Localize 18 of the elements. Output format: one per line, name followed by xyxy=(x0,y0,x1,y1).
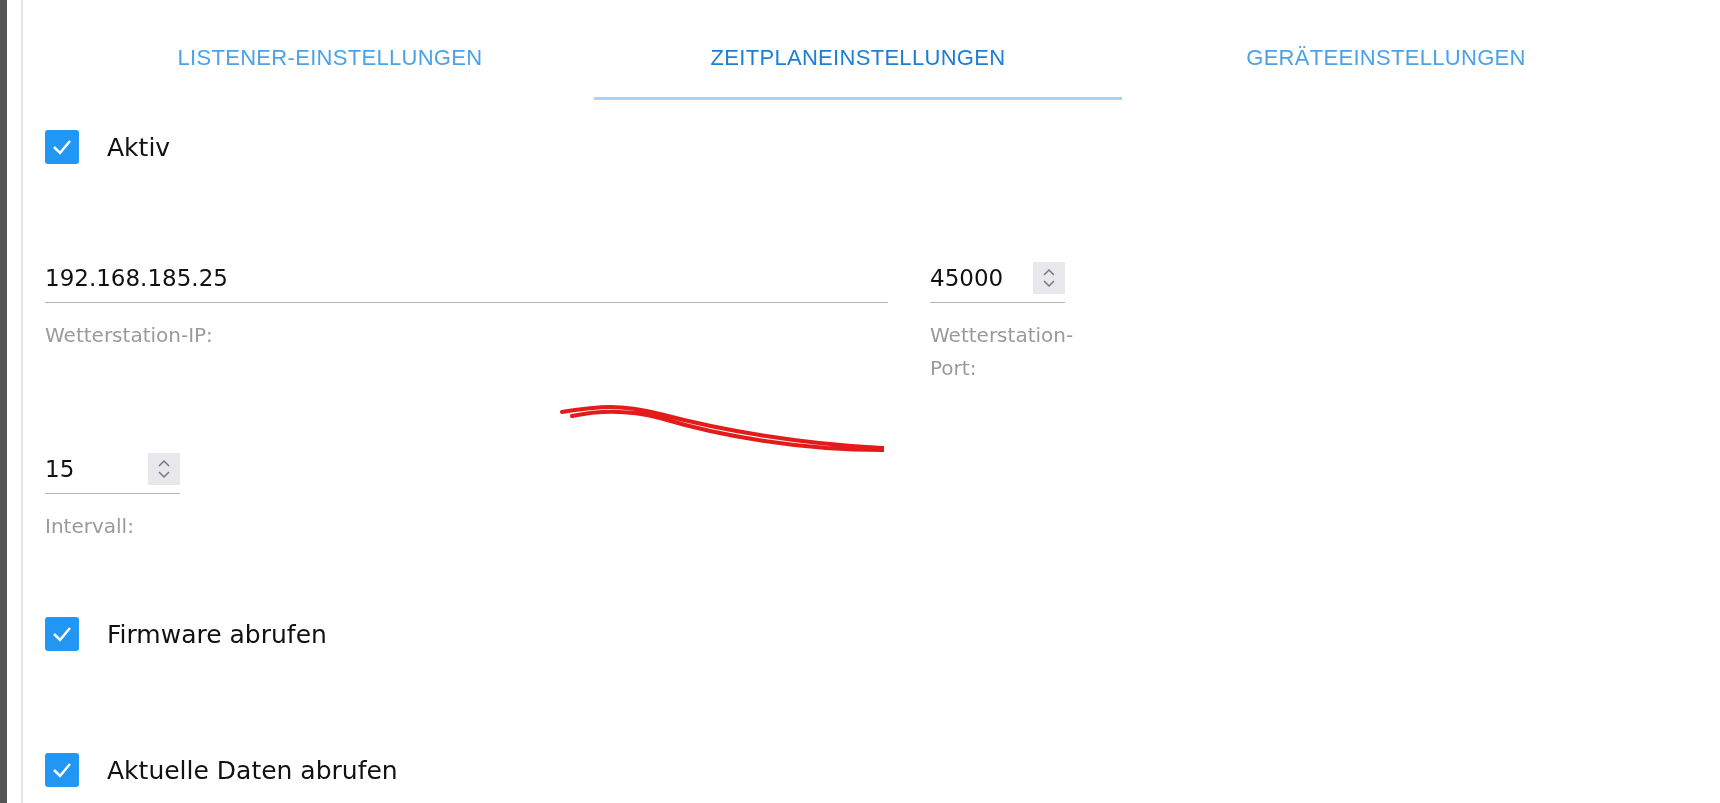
input-field[interactable]: 192.168.185.25 xyxy=(45,254,888,303)
check-icon xyxy=(51,761,73,779)
checkbox[interactable] xyxy=(45,130,79,164)
checkbox[interactable] xyxy=(45,617,79,651)
spinner-icon[interactable] xyxy=(1033,262,1065,294)
number-field[interactable]: 15 xyxy=(45,445,180,494)
spinner-icon[interactable] xyxy=(148,453,180,485)
tab[interactable]: ZEITPLANEINSTELLUNGEN xyxy=(594,28,1122,100)
check-icon xyxy=(51,138,73,156)
checkbox[interactable] xyxy=(45,753,79,787)
checkbox-label: Firmware abrufen xyxy=(107,619,327,649)
field-label: Wetterstation-IP: xyxy=(45,322,214,349)
checkbox-label: Aktiv xyxy=(107,132,171,162)
field-label: Wetterstation-Port: xyxy=(930,322,1075,382)
field-label: Intervall: xyxy=(45,513,135,540)
checkbox-label: Aktuelle Daten abrufen xyxy=(107,755,398,785)
check-icon xyxy=(51,625,73,643)
number-field[interactable]: 45000 xyxy=(930,254,1065,303)
